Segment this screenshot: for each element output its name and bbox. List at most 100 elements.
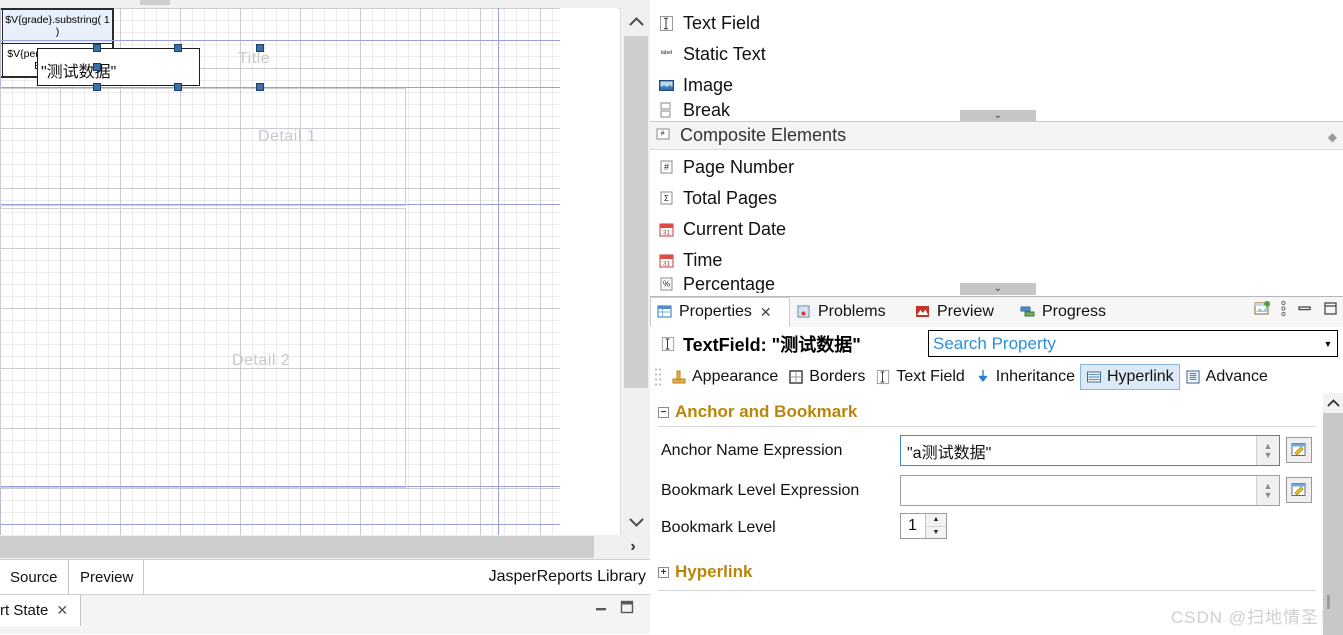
svg-text:31: 31 <box>663 260 671 267</box>
anchor-name-expression-input[interactable]: "a测试数据" ▲ ▼ <box>900 435 1280 466</box>
svg-text:label: label <box>661 50 673 56</box>
group-header-hyperlink[interactable]: + Hyperlink <box>658 562 752 582</box>
collapse-toggle-icon[interactable]: − <box>658 406 669 418</box>
palette-item-text-field[interactable]: Text Field <box>650 8 1343 39</box>
appearance-icon <box>671 369 688 386</box>
current-date-icon: 31 <box>658 221 675 238</box>
bookmark-level-expression-input[interactable]: ▲ ▼ <box>900 475 1280 506</box>
minimize-icon[interactable] <box>1296 300 1313 317</box>
canvas-vertical-scrollbar[interactable] <box>620 8 650 535</box>
chevron-down-icon[interactable]: ▼ <box>1264 450 1273 460</box>
minimize-icon[interactable] <box>594 602 608 614</box>
tab-preview[interactable]: Preview <box>909 297 1014 327</box>
selection-handle-s[interactable] <box>174 83 182 91</box>
palette-section-label: Composite Elements <box>680 125 847 145</box>
chevron-down-icon[interactable]: ▼ <box>1319 339 1337 349</box>
anchor-expression-stepper[interactable]: ▲ ▼ <box>1256 436 1279 465</box>
group-label: Hyperlink <box>675 562 753 581</box>
close-icon[interactable]: ✕ <box>56 602 68 619</box>
properties-tab-strip[interactable]: Properties ✕ Problems Preview Progress <box>650 297 1343 328</box>
canvas-horizontal-scrollbar[interactable]: › <box>0 535 650 559</box>
selection-handle-se[interactable] <box>256 83 264 91</box>
property-form-scrollbar[interactable] <box>1323 393 1343 635</box>
category-inheritance[interactable]: Inheritance <box>970 365 1080 389</box>
property-form[interactable]: − Anchor and Bookmark Anchor Name Expres… <box>650 393 1343 635</box>
selection-handle-nw[interactable] <box>93 44 101 52</box>
property-form-scrollbar-thumb[interactable] <box>1323 413 1343 588</box>
bookmark-level-stepper[interactable]: 1 ▲ ▼ <box>900 513 947 539</box>
scroll-up-icon[interactable] <box>1323 393 1343 413</box>
bookmark-expression-stepper[interactable]: ▲ ▼ <box>1256 476 1279 505</box>
time-icon: 31 <box>658 252 675 269</box>
maximize-icon[interactable] <box>1322 300 1339 317</box>
tab-properties[interactable]: Properties ✕ <box>650 297 790 327</box>
scroll-down-icon[interactable] <box>621 509 650 535</box>
table-cell-r0c1[interactable]: $V{grade}.substring( 1 ) <box>2 9 113 44</box>
group-divider <box>658 590 1316 591</box>
palette-view[interactable]: Text Field label Static Text Image Break <box>650 0 1343 296</box>
maximize-icon[interactable] <box>620 600 634 614</box>
bottom-view-tab[interactable]: rt State ✕ <box>0 595 82 626</box>
tab-progress[interactable]: Progress <box>1014 297 1121 327</box>
editor-tab-source[interactable]: Source <box>0 560 69 594</box>
search-input[interactable] <box>929 330 1319 357</box>
table-row[interactable]: "性别" $V{grade}.substring( 1 ) <box>0 9 113 44</box>
properties-view[interactable]: Properties ✕ Problems Preview Progress T… <box>650 296 1343 635</box>
tab-label: Progress <box>1042 303 1107 320</box>
editor-tab-strip[interactable]: Source Preview JasperReports Library <box>0 559 650 595</box>
category-hyperlink[interactable]: Hyperlink <box>1079 364 1180 390</box>
section-resize-icon[interactable]: ◆ <box>1328 130 1337 144</box>
palette-scroll-down-2[interactable]: ⌄ <box>960 283 1036 295</box>
report-page-sheet[interactable]: Title Detail 1 Detail 2 "测试数据" $V{grade}… <box>0 8 560 535</box>
label-anchor-name-expression: Anchor Name Expression <box>661 442 843 459</box>
palette-section-composite-elements[interactable]: # Composite Elements ◆ <box>650 121 1343 150</box>
bottom-view-panel[interactable]: rt State ✕ <box>0 594 650 634</box>
chevron-down-icon[interactable]: ▼ <box>1264 490 1273 500</box>
tab-label: Properties <box>679 303 752 320</box>
group-header-anchor-bookmark[interactable]: − Anchor and Bookmark <box>658 402 857 422</box>
category-borders[interactable]: Borders <box>783 365 870 389</box>
bookmark-level-spin-buttons[interactable]: ▲ ▼ <box>925 514 946 538</box>
palette-item-current-date[interactable]: 31 Current Date <box>650 214 1343 245</box>
chevron-down-icon: ⌄ <box>993 110 1003 121</box>
design-element-textfield-title[interactable]: "测试数据" <box>37 48 200 86</box>
category-text-field[interactable]: Text Field <box>870 365 969 389</box>
search-property-wrapper[interactable]: ▼ <box>928 330 1338 357</box>
chevron-down-icon[interactable]: ▼ <box>926 527 946 539</box>
selected-element-header: TextField: "测试数据" <box>650 331 861 357</box>
palette-item-time[interactable]: 31 Time <box>650 245 1343 276</box>
palette-item-label: Percentage <box>683 276 776 293</box>
close-icon[interactable]: ✕ <box>760 304 772 321</box>
category-appearance[interactable]: Appearance <box>666 365 783 389</box>
editor-tab-preview[interactable]: Preview <box>70 560 145 594</box>
palette-item-page-number[interactable]: # Page Number <box>650 152 1343 183</box>
canvas-scrollbar-thumb[interactable] <box>624 36 648 388</box>
selection-handle-sw[interactable] <box>93 83 101 91</box>
chevron-down-icon: ⌄ <box>993 283 1003 294</box>
design-canvas[interactable]: Title Detail 1 Detail 2 "测试数据" $V{grade}… <box>0 8 618 535</box>
new-view-icon[interactable] <box>1254 300 1271 317</box>
scroll-up-icon[interactable] <box>621 8 650 34</box>
chevron-up-icon[interactable]: ▲ <box>926 514 946 527</box>
properties-toolbar[interactable] <box>1254 300 1339 317</box>
view-menu-icon[interactable] <box>1280 300 1287 317</box>
palette-item-total-pages[interactable]: Σ Total Pages <box>650 183 1343 214</box>
anchor-expression-editor-button[interactable] <box>1286 437 1312 463</box>
toolbar-grip[interactable] <box>654 367 663 387</box>
property-category-bar[interactable]: Appearance Borders Text Field Inheritanc… <box>650 361 1343 394</box>
tab-problems[interactable]: Problems <box>790 297 909 327</box>
expand-toggle-icon[interactable]: + <box>658 566 669 578</box>
palette-item-image[interactable]: Image <box>650 70 1343 101</box>
selection-handle-ne[interactable] <box>256 44 264 52</box>
selection-handle-n[interactable] <box>174 44 182 52</box>
palette-item-static-text[interactable]: label Static Text <box>650 39 1343 70</box>
scroll-right-icon[interactable]: › <box>620 536 646 558</box>
break-icon <box>658 102 675 119</box>
selection-handle-w[interactable] <box>93 63 101 71</box>
category-advanced[interactable]: Advance <box>1180 365 1273 389</box>
report-designer[interactable]: Title Detail 1 Detail 2 "测试数据" $V{grade}… <box>0 0 650 634</box>
canvas-hscrollbar-thumb[interactable] <box>0 536 594 558</box>
tab-label: Preview <box>937 303 994 320</box>
bookmark-expression-editor-button[interactable] <box>1286 477 1312 503</box>
right-panel-stack: Text Field label Static Text Image Break <box>650 0 1343 635</box>
